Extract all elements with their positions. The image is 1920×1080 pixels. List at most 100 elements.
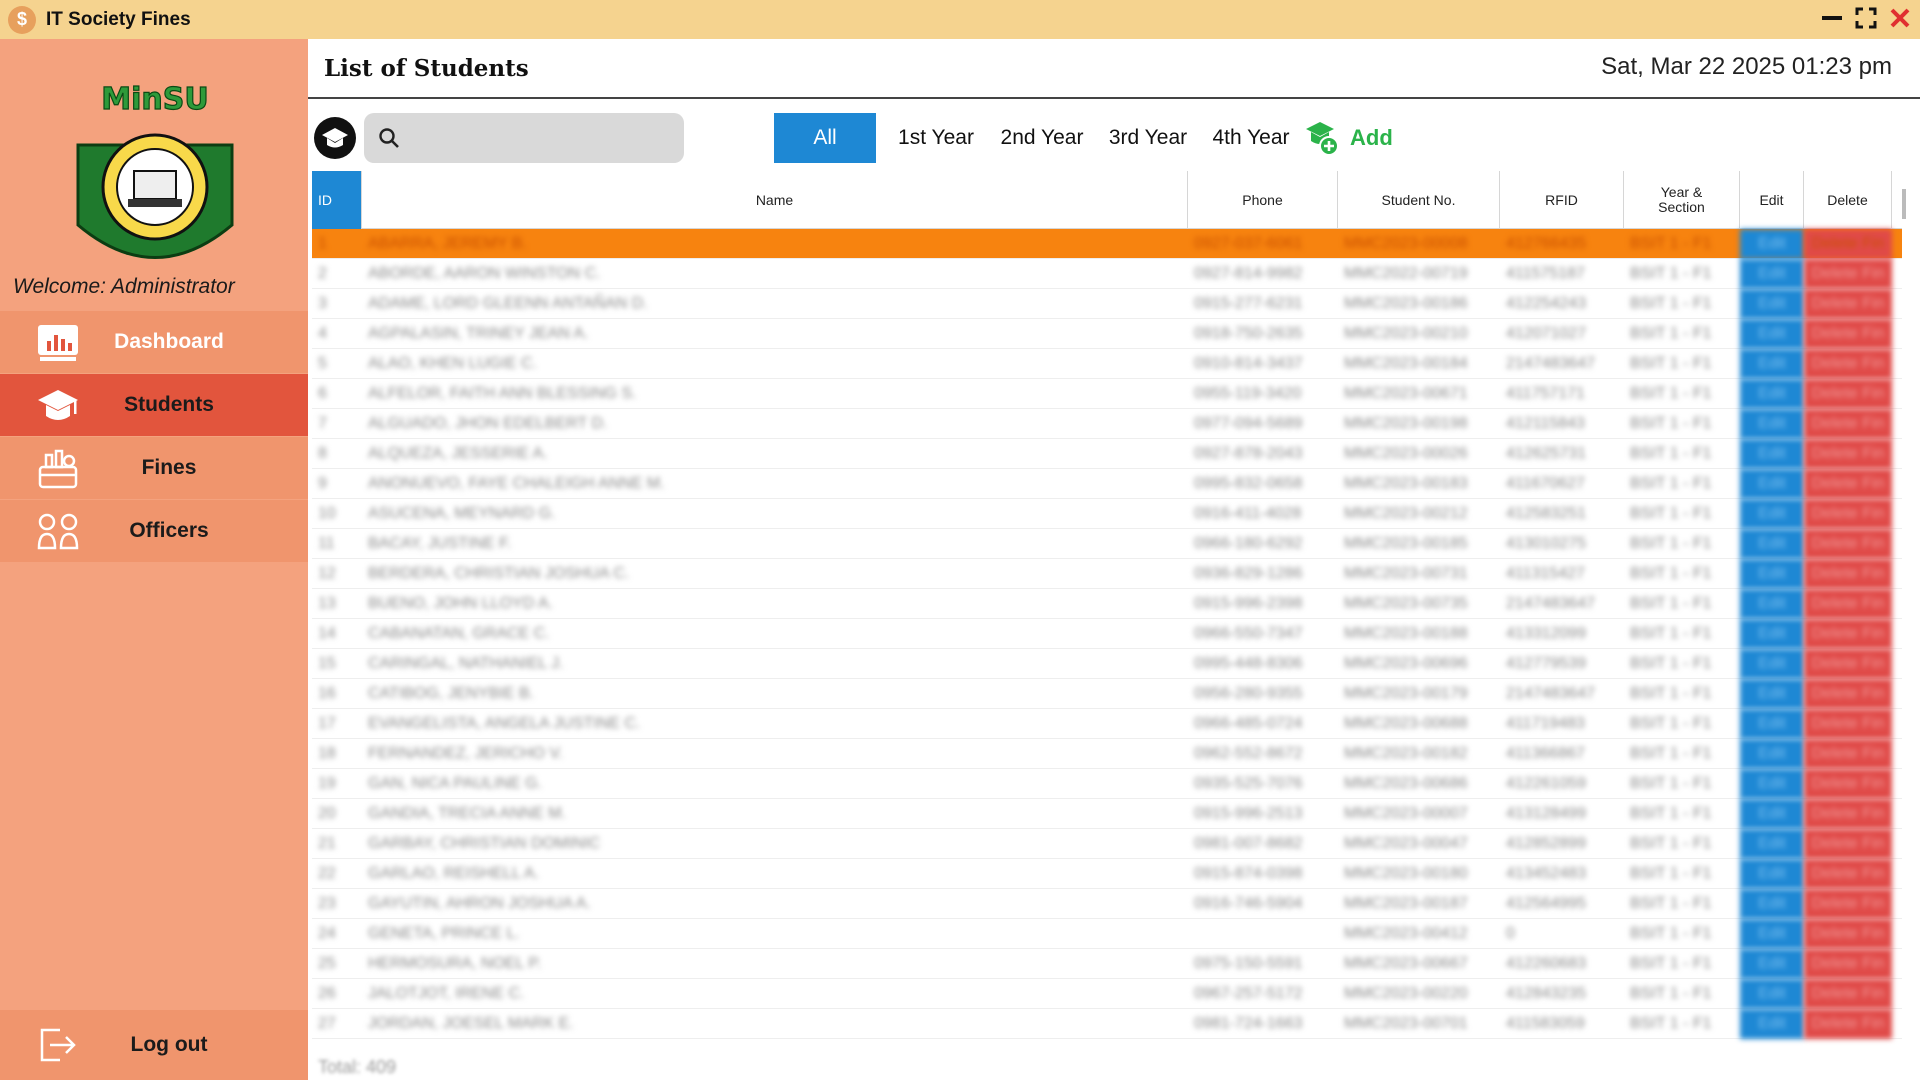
column-header-rfid[interactable]: RFID bbox=[1500, 171, 1624, 229]
edit-button[interactable]: Edit bbox=[1740, 649, 1804, 679]
delete-button[interactable]: Delete Fin bbox=[1804, 979, 1892, 1009]
filter-4th-year[interactable]: 4th Year bbox=[1202, 113, 1300, 163]
column-header-phone[interactable]: Phone bbox=[1188, 171, 1338, 229]
column-header-delete[interactable]: Delete bbox=[1804, 171, 1892, 229]
delete-button[interactable]: Delete Fin bbox=[1804, 469, 1892, 499]
table-row[interactable]: 23 GAYUTIN, AHRON JOSHUA A. 0916-746-5904 M… bbox=[312, 889, 1902, 919]
delete-button[interactable]: Delete Fin bbox=[1804, 709, 1892, 739]
delete-button[interactable]: Delete Fin bbox=[1804, 319, 1892, 349]
delete-button[interactable]: Delete Fin bbox=[1804, 649, 1892, 679]
table-row[interactable]: 26 JALOTJOT, IRENE C. 0967-257-5172 MMC2023… bbox=[312, 979, 1902, 1009]
column-header-name[interactable]: Name bbox=[362, 171, 1188, 229]
delete-button[interactable]: Delete Fin bbox=[1804, 769, 1892, 799]
column-header-student-no[interactable]: Student No. bbox=[1338, 171, 1500, 229]
minimize-button[interactable] bbox=[1818, 4, 1846, 32]
delete-button[interactable]: Delete Fin bbox=[1804, 499, 1892, 529]
table-row[interactable]: 14 CABANATAN, GRACE C. 0966-550-7347 MMC202… bbox=[312, 619, 1902, 649]
delete-button[interactable]: Delete Fin bbox=[1804, 229, 1892, 259]
table-row[interactable]: 5 ALAO, KHEN LUGIE C. 0910-814-3437 MMC2023… bbox=[312, 349, 1902, 379]
delete-button[interactable]: Delete Fin bbox=[1804, 949, 1892, 979]
table-scrollbar[interactable] bbox=[1902, 189, 1906, 219]
edit-button[interactable]: Edit bbox=[1740, 529, 1804, 559]
table-row[interactable]: 10 ASUCENA, MEYNARD G. 0916-411-4028 MMC202… bbox=[312, 499, 1902, 529]
table-row[interactable]: 7 ALGUADO, JHON EDELBERT D. 0977-094-5689 M… bbox=[312, 409, 1902, 439]
edit-button[interactable]: Edit bbox=[1740, 949, 1804, 979]
maximize-button[interactable] bbox=[1852, 4, 1880, 32]
sidebar-item-dashboard[interactable]: Dashboard bbox=[0, 311, 308, 374]
edit-button[interactable]: Edit bbox=[1740, 319, 1804, 349]
table-row[interactable]: 21 GARBAY, CHRISTIAN DOMINIC 0981-007-8682… bbox=[312, 829, 1902, 859]
delete-button[interactable]: Delete Fin bbox=[1804, 259, 1892, 289]
delete-button[interactable]: Delete Fin bbox=[1804, 619, 1892, 649]
edit-button[interactable]: Edit bbox=[1740, 769, 1804, 799]
table-row[interactable]: 8 ALQUEZA, JESSERIE A. 0927-878-2043 MMC202… bbox=[312, 439, 1902, 469]
edit-button[interactable]: Edit bbox=[1740, 409, 1804, 439]
edit-button[interactable]: Edit bbox=[1740, 439, 1804, 469]
delete-button[interactable]: Delete Fin bbox=[1804, 529, 1892, 559]
edit-button[interactable]: Edit bbox=[1740, 469, 1804, 499]
table-row[interactable]: 4 AGPALASIN, TRINEY JEAN A. 0918-750-2635 M… bbox=[312, 319, 1902, 349]
filter-1st-year[interactable]: 1st Year bbox=[888, 113, 984, 163]
edit-button[interactable]: Edit bbox=[1740, 589, 1804, 619]
sidebar-item-officers[interactable]: Officers bbox=[0, 500, 308, 563]
edit-button[interactable]: Edit bbox=[1740, 889, 1804, 919]
table-row[interactable]: 9 ANONUEVO, FAYE CHALEIGH ANNE M. 0995-832… bbox=[312, 469, 1902, 499]
edit-button[interactable]: Edit bbox=[1740, 349, 1804, 379]
edit-button[interactable]: Edit bbox=[1740, 739, 1804, 769]
logout-button[interactable]: Log out bbox=[0, 1010, 308, 1080]
table-row[interactable]: 24 GENETA, PRINCE L. MMC2023-00412 0 BSIT 1 … bbox=[312, 919, 1902, 949]
table-row[interactable]: 18 FERNANDEZ, JERICHO V. 0962-552-8672 MMC2… bbox=[312, 739, 1902, 769]
edit-button[interactable]: Edit bbox=[1740, 829, 1804, 859]
delete-button[interactable]: Delete Fin bbox=[1804, 349, 1892, 379]
table-row[interactable]: 27 JORDAN, JOESEL MARK E. 0981-724-1663 MMC… bbox=[312, 1009, 1902, 1039]
delete-button[interactable]: Delete Fin bbox=[1804, 799, 1892, 829]
column-header-year-section[interactable]: Year & Section bbox=[1624, 171, 1740, 229]
graduation-filter-button[interactable] bbox=[314, 117, 356, 159]
sidebar-item-students[interactable]: Students bbox=[0, 374, 308, 437]
table-row[interactable]: 17 EVANGELISTA, ANGELA JUSTINE C. 0966-485… bbox=[312, 709, 1902, 739]
delete-button[interactable]: Delete Fin bbox=[1804, 289, 1892, 319]
sidebar-item-fines[interactable]: Fines bbox=[0, 437, 308, 500]
edit-button[interactable]: Edit bbox=[1740, 559, 1804, 589]
filter-2nd-year[interactable]: 2nd Year bbox=[990, 113, 1094, 163]
edit-button[interactable]: Edit bbox=[1740, 859, 1804, 889]
edit-button[interactable]: Edit bbox=[1740, 379, 1804, 409]
edit-button[interactable]: Edit bbox=[1740, 799, 1804, 829]
table-row[interactable]: 11 BACAY, JUSTINE F. 0966-180-6292 MMC2023-… bbox=[312, 529, 1902, 559]
delete-button[interactable]: Delete Fin bbox=[1804, 589, 1892, 619]
edit-button[interactable]: Edit bbox=[1740, 289, 1804, 319]
delete-button[interactable]: Delete Fin bbox=[1804, 889, 1892, 919]
edit-button[interactable]: Edit bbox=[1740, 919, 1804, 949]
delete-button[interactable]: Delete Fin bbox=[1804, 1009, 1892, 1039]
table-row[interactable]: 20 GANDIA, TRECIA ANNE M. 0915-996-2513 MMC… bbox=[312, 799, 1902, 829]
delete-button[interactable]: Delete Fin bbox=[1804, 919, 1892, 949]
column-header-id[interactable]: ID bbox=[312, 171, 362, 229]
add-student-button[interactable]: Add bbox=[1304, 115, 1393, 161]
table-row[interactable]: 2 ABORDE, AARON WINSTON C. 0927-814-9982 MM… bbox=[312, 259, 1902, 289]
column-header-edit[interactable]: Edit bbox=[1740, 171, 1804, 229]
close-button[interactable] bbox=[1886, 4, 1914, 32]
table-row[interactable]: 22 GARLAO, REISHELL A. 0915-874-0398 MMC202… bbox=[312, 859, 1902, 889]
filter-all[interactable]: All bbox=[774, 113, 876, 163]
edit-button[interactable]: Edit bbox=[1740, 259, 1804, 289]
table-row[interactable]: 25 HERMOSURA, NOEL P. 0975-150-5591 MMC2023… bbox=[312, 949, 1902, 979]
delete-button[interactable]: Delete Fin bbox=[1804, 409, 1892, 439]
edit-button[interactable]: Edit bbox=[1740, 1009, 1804, 1039]
table-row[interactable]: 12 BERDERA, CHRISTIAN JOSHUA C. 0936-829-1… bbox=[312, 559, 1902, 589]
table-row[interactable]: 19 GAN, NICA PAULINE G. 0935-525-7076 MMC20… bbox=[312, 769, 1902, 799]
delete-button[interactable]: Delete Fin bbox=[1804, 439, 1892, 469]
table-row[interactable]: 6 ALFELOR, FAITH ANN BLESSING S. 0955-119-… bbox=[312, 379, 1902, 409]
delete-button[interactable]: Delete Fin bbox=[1804, 559, 1892, 589]
edit-button[interactable]: Edit bbox=[1740, 679, 1804, 709]
delete-button[interactable]: Delete Fin bbox=[1804, 739, 1892, 769]
delete-button[interactable]: Delete Fin bbox=[1804, 829, 1892, 859]
table-row[interactable]: 1 ABARRA, JEREMY B. 0927-037-6061 MMC2023-0… bbox=[312, 229, 1902, 259]
delete-button[interactable]: Delete Fin bbox=[1804, 859, 1892, 889]
edit-button[interactable]: Edit bbox=[1740, 979, 1804, 1009]
edit-button[interactable]: Edit bbox=[1740, 229, 1804, 259]
table-row[interactable]: 16 CATIBOG, JENYBIE B. 0956-280-9355 MMC202… bbox=[312, 679, 1902, 709]
table-row[interactable]: 13 BUENO, JOHN LLOYD A. 0915-996-2398 MMC20… bbox=[312, 589, 1902, 619]
table-row[interactable]: 15 CARINGAL, NATHANIEL J. 0995-448-8306 MMC… bbox=[312, 649, 1902, 679]
edit-button[interactable]: Edit bbox=[1740, 709, 1804, 739]
edit-button[interactable]: Edit bbox=[1740, 499, 1804, 529]
